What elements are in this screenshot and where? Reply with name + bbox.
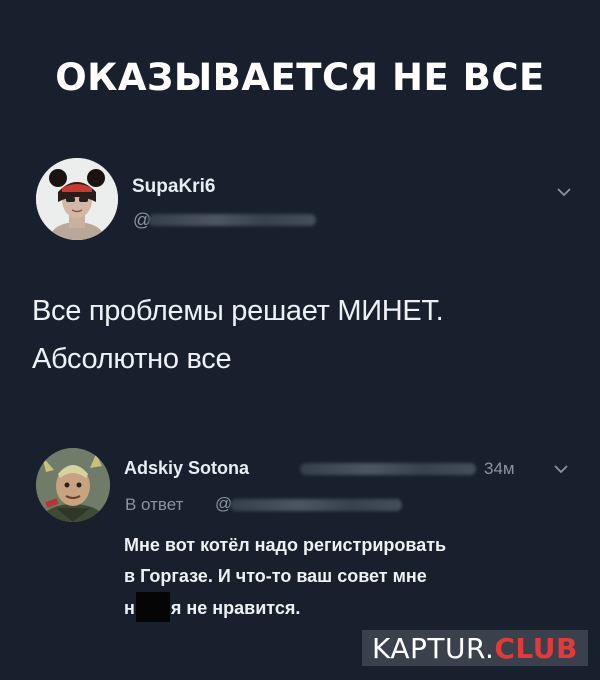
reply-timestamp: 34м: [484, 459, 515, 478]
reply-text-line: в Горгазе. И что-то ваш совет мне: [124, 566, 427, 586]
tweet-author-name[interactable]: SupaKri6: [132, 176, 215, 198]
watermark-accent: CLUB: [494, 631, 578, 665]
censor-block: [135, 592, 170, 622]
tweet-handle-redacted: [148, 214, 316, 226]
chevron-down-icon[interactable]: [553, 463, 569, 475]
reply-to-label: В ответ: [125, 495, 184, 514]
watermark-main: KAPTUR.: [372, 631, 495, 665]
tweet-text-line: Абсолютно все: [32, 343, 232, 375]
reply-text-fragment: я не нравится.: [170, 598, 301, 618]
watermark: KAPTUR. CLUB: [362, 630, 588, 666]
chevron-down-icon[interactable]: [556, 186, 572, 198]
tweet-text: Все проблемы решает МИНЕТ. Абсолютно все: [32, 287, 572, 383]
reply-avatar[interactable]: [36, 448, 110, 522]
reply-text-line: н я не нравится.: [124, 592, 574, 624]
reply-author-name[interactable]: Adskiy Sotona: [124, 458, 249, 479]
reply-text-fragment: н: [124, 598, 135, 618]
reply-handle-redacted: [300, 463, 476, 475]
reply-avatar-image: [36, 448, 110, 522]
meme-screenshot: ОКАЗЫВАЕТСЯ НЕ ВСЕ SupaKri6 @ Все пробле…: [0, 0, 600, 680]
reply-text: Мне вот котёл надо регистрировать в Горг…: [124, 530, 574, 624]
reply-to-handle-redacted: [230, 499, 402, 511]
avatar[interactable]: [36, 158, 118, 240]
tweet-text-line: Все проблемы решает МИНЕТ.: [32, 295, 444, 327]
meme-caption: ОКАЗЫВАЕТСЯ НЕ ВСЕ: [55, 56, 545, 99]
avatar-image: [36, 158, 118, 240]
reply-text-line: Мне вот котёл надо регистрировать: [124, 535, 447, 555]
